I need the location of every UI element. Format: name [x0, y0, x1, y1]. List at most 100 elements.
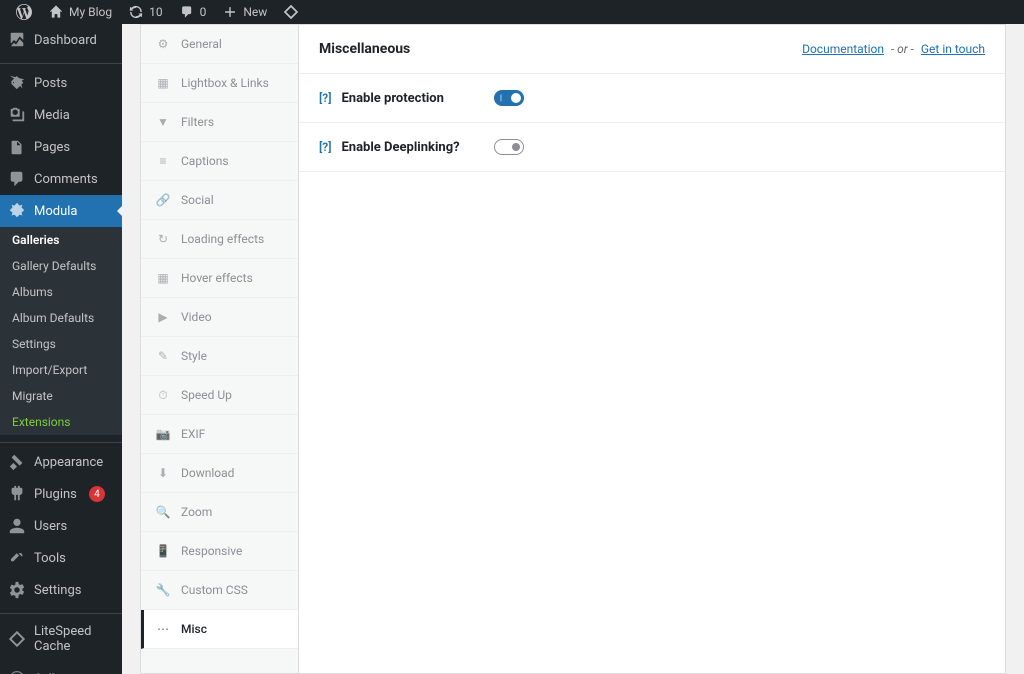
setting-deeplinking: [?] Enable Deeplinking? [299, 123, 1005, 172]
plugins-badge: 4 [89, 486, 105, 502]
submenu-gallery-defaults[interactable]: Gallery Defaults [0, 253, 122, 279]
settings-tabs: ⚙General ▦Lightbox & Links ▼Filters ≡Cap… [141, 25, 299, 673]
zoom-icon: 🔍 [155, 504, 171, 520]
menu-media[interactable]: Media [0, 99, 122, 131]
setting-protection-label: Enable protection [341, 91, 443, 106]
pages-icon [8, 138, 26, 156]
update-icon [128, 4, 144, 20]
tools-icon [8, 549, 26, 567]
litespeed-toolbar[interactable] [275, 4, 307, 20]
plus-icon [222, 4, 238, 20]
menu-dashboard[interactable]: Dashboard [0, 24, 122, 56]
submenu-album-defaults[interactable]: Album Defaults [0, 305, 122, 331]
tab-speedup[interactable]: ⏱Speed Up [141, 376, 298, 415]
litespeed-menu-icon [8, 630, 26, 648]
misc-icon: ⋯ [155, 621, 171, 637]
menu-modula[interactable]: Modula [0, 195, 122, 227]
dashboard-icon [8, 31, 26, 49]
separator [0, 609, 122, 614]
appearance-icon [8, 453, 26, 471]
download-icon: ⬇ [155, 465, 171, 481]
collapse-menu[interactable]: Collapse menu [0, 661, 122, 674]
content-area: ⚙General ▦Lightbox & Links ▼Filters ≡Cap… [122, 24, 1024, 674]
menu-comments[interactable]: Comments [0, 163, 122, 195]
or-text: - or - [891, 42, 914, 56]
menu-plugins[interactable]: Plugins 4 [0, 478, 122, 510]
site-name: My Blog [69, 5, 112, 19]
admin-sidebar: Dashboard Posts Media Pages Comments Mod… [0, 24, 122, 674]
updates-link[interactable]: 10 [120, 4, 171, 20]
tab-general[interactable]: ⚙General [141, 25, 298, 64]
new-label: New [243, 5, 267, 19]
submenu-migrate[interactable]: Migrate [0, 383, 122, 409]
captions-icon: ≡ [155, 153, 171, 169]
menu-settings[interactable]: Settings [0, 574, 122, 606]
tab-social[interactable]: 🔗Social [141, 181, 298, 220]
help-icon[interactable]: [?] [319, 140, 331, 154]
help-icon[interactable]: [?] [319, 91, 331, 105]
menu-tools[interactable]: Tools [0, 542, 122, 574]
menu-posts[interactable]: Posts [0, 67, 122, 99]
tab-responsive[interactable]: 📱Responsive [141, 532, 298, 571]
submenu-import-export[interactable]: Import/Export [0, 357, 122, 383]
filter-icon: ▼ [155, 114, 171, 130]
settings-icon [8, 581, 26, 599]
settings-content: Miscellaneous Documentation - or - Get i… [299, 25, 1005, 673]
plugins-icon [8, 485, 26, 503]
panel-header: Miscellaneous Documentation - or - Get i… [299, 25, 1005, 74]
menu-appearance[interactable]: Appearance [0, 446, 122, 478]
toggle-protection[interactable] [494, 90, 524, 106]
settings-panel: ⚙General ▦Lightbox & Links ▼Filters ≡Cap… [140, 24, 1006, 674]
tab-hover[interactable]: ▦Hover effects [141, 259, 298, 298]
collapse-icon [8, 669, 26, 674]
comments-icon [179, 4, 195, 20]
separator [0, 59, 122, 64]
tab-exif[interactable]: 📷EXIF [141, 415, 298, 454]
new-link[interactable]: New [214, 4, 275, 20]
panel-links: Documentation - or - Get in touch [802, 42, 985, 56]
wp-logo[interactable] [8, 4, 40, 20]
admin-bar: My Blog 10 0 New [0, 0, 1024, 24]
setting-deeplinking-label: Enable Deeplinking? [341, 140, 459, 155]
submenu-galleries[interactable]: Galleries [0, 227, 122, 253]
menu-users[interactable]: Users [0, 510, 122, 542]
menu-pages[interactable]: Pages [0, 131, 122, 163]
tab-captions[interactable]: ≡Captions [141, 142, 298, 181]
comments-menu-icon [8, 170, 26, 188]
modula-submenu: Galleries Gallery Defaults Albums Album … [0, 227, 122, 435]
toggle-deeplinking[interactable] [494, 139, 524, 155]
submenu-albums[interactable]: Albums [0, 279, 122, 305]
updates-count: 10 [149, 5, 163, 19]
documentation-link[interactable]: Documentation [802, 42, 884, 56]
gauge-icon: ⏱ [155, 387, 171, 403]
site-link[interactable]: My Blog [40, 4, 120, 20]
contact-link[interactable]: Get in touch [921, 42, 985, 56]
submenu-extensions[interactable]: Extensions [0, 409, 122, 435]
tab-download[interactable]: ⬇Download [141, 454, 298, 493]
tab-lightbox[interactable]: ▦Lightbox & Links [141, 64, 298, 103]
toggle-knob [511, 93, 521, 103]
menu-litespeed[interactable]: LiteSpeed Cache [0, 617, 122, 661]
media-icon [8, 106, 26, 124]
tab-zoom[interactable]: 🔍Zoom [141, 493, 298, 532]
litespeed-icon [283, 4, 299, 20]
brush-icon: ✎ [155, 348, 171, 364]
comments-link[interactable]: 0 [171, 4, 215, 20]
tab-customcss[interactable]: 🔧Custom CSS [141, 571, 298, 610]
setting-protection: [?] Enable protection [299, 74, 1005, 123]
tab-video[interactable]: ▶Video [141, 298, 298, 337]
submenu-settings[interactable]: Settings [0, 331, 122, 357]
panel-title: Miscellaneous [319, 41, 410, 57]
tab-style[interactable]: ✎Style [141, 337, 298, 376]
grid-icon: ▦ [155, 75, 171, 91]
tab-filters[interactable]: ▼Filters [141, 103, 298, 142]
tab-loading[interactable]: ↻Loading effects [141, 220, 298, 259]
posts-icon [8, 74, 26, 92]
users-icon [8, 517, 26, 535]
tab-misc[interactable]: ⋯Misc [141, 610, 298, 649]
modula-icon [8, 202, 26, 220]
link-icon: 🔗 [155, 192, 171, 208]
separator [0, 438, 122, 443]
device-icon: 📱 [155, 543, 171, 559]
wordpress-icon [16, 4, 32, 20]
